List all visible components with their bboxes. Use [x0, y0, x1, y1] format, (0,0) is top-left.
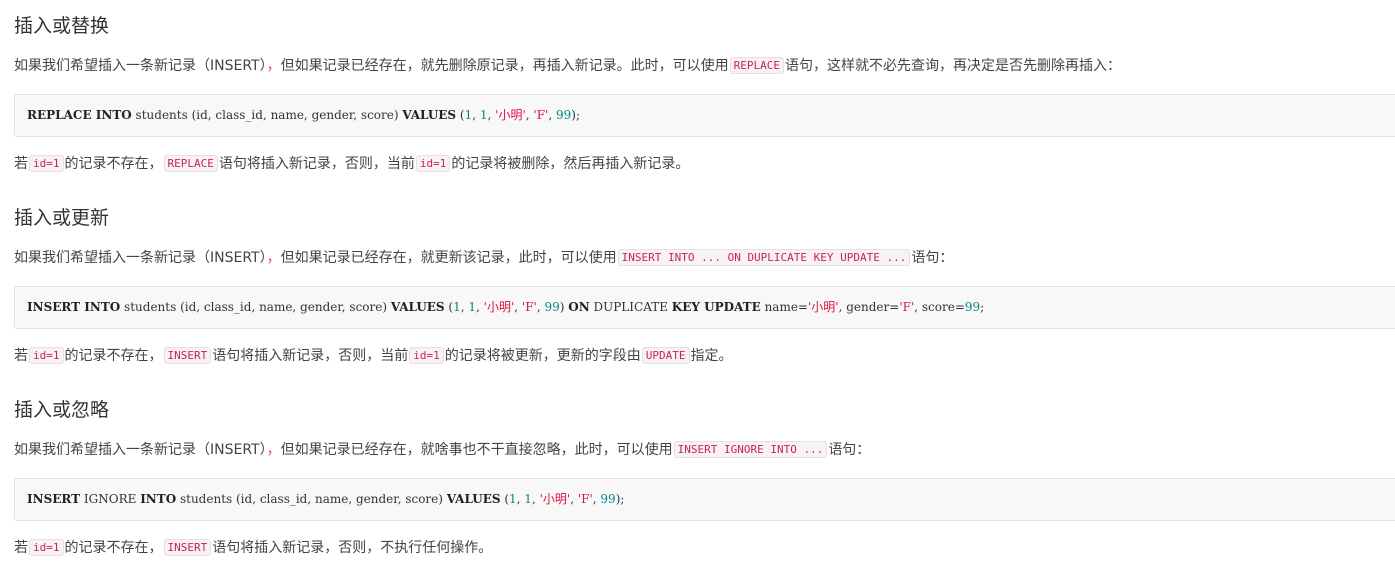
code-block-upsert[interactable]: INSERT INTO students (id, class_id, name… [14, 286, 1395, 329]
section-heading-upsert: 插入或更新 [14, 207, 110, 229]
section-heading-ignore: 插入或忽略 [14, 399, 110, 421]
article-content: 插入或替换 如果我们希望插入一条新记录（INSERT），但如果记录已经存在，就先… [0, 0, 1395, 582]
note-paragraph-upsert: 若 id=1 的记录不存在， INSERT 语句将插入新记录，否则，当前 id=1 的记录将… [14, 347, 733, 364]
section-upsert: 插入或更新 如果我们希望插入一条新记录（INSERT），但如果记录已经存在，就更… [14, 205, 1395, 368]
intro-paragraph-upsert: 如果我们希望插入一条新记录（INSERT），但如果记录已经存在，就更新该记录，此… [14, 249, 954, 266]
intro-paragraph-ignore: 如果我们希望插入一条新记录（INSERT），但如果记录已经存在，就啥事也不干直接… [14, 441, 871, 458]
note-paragraph-ignore: 若 id=1 的记录不存在， INSERT 语句将插入新记录，否则，不执行任何操作。 [14, 539, 493, 556]
section-replace: 插入或替换 如果我们希望插入一条新记录（INSERT），但如果记录已经存在，就先… [14, 13, 1395, 176]
code-block-ignore[interactable]: INSERT IGNORE INTO students (id, class_i… [14, 478, 1395, 521]
inline-code-insert-ignore: INSERT IGNORE INTO ... [673, 441, 828, 458]
intro-paragraph-replace: 如果我们希望插入一条新记录（INSERT），但如果记录已经存在，就先删除原记录，… [14, 57, 1121, 74]
section-ignore: 插入或忽略 如果我们希望插入一条新记录（INSERT），但如果记录已经存在，就啥… [14, 397, 1395, 560]
section-heading-replace: 插入或替换 [14, 15, 110, 37]
note-paragraph-replace: 若 id=1 的记录不存在， REPLACE 语句将插入新记录，否则，当前 id=1 的记录… [14, 155, 690, 172]
inline-code-replace: REPLACE [729, 57, 784, 74]
inline-code-on-duplicate: INSERT INTO ... ON DUPLICATE KEY UPDATE … [617, 249, 911, 266]
code-block-replace[interactable]: REPLACE INTO students (id, class_id, nam… [14, 94, 1395, 137]
